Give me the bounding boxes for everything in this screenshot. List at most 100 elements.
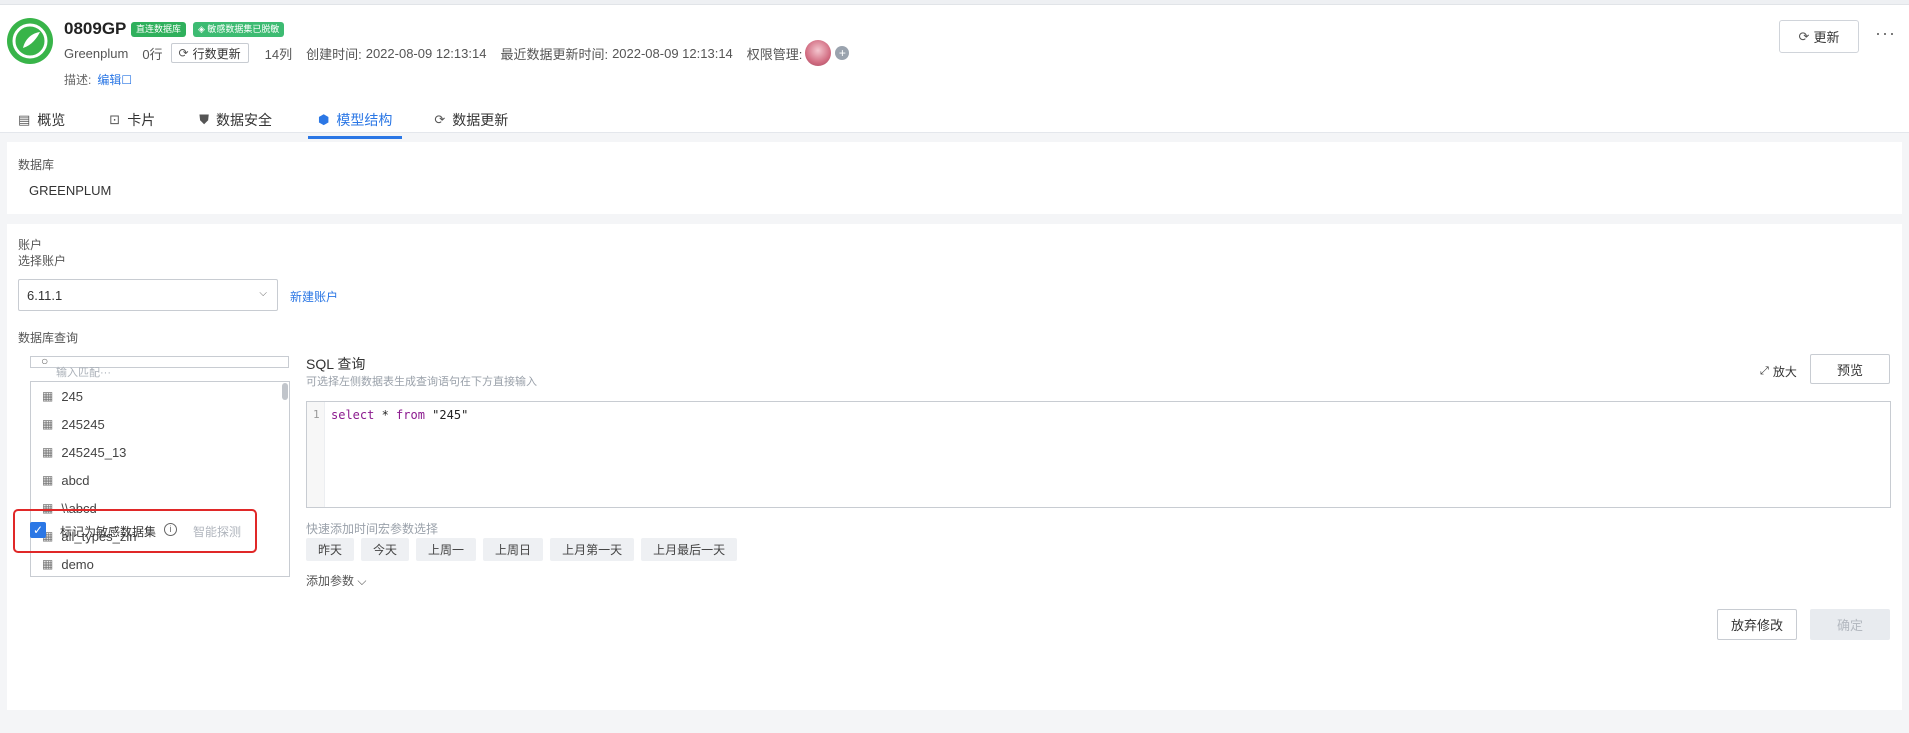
database-card: 数据库 GREENPLUM — [7, 142, 1902, 214]
document-icon: ▤ — [18, 111, 31, 127]
discard-button[interactable]: 放弃修改 — [1717, 609, 1797, 640]
select-account-label: 选择账户 — [18, 254, 67, 268]
updated-label: 最近数据更新时间: — [500, 46, 609, 62]
macro-chips: 昨天 今天 上周一 上周日 上月第一天 上月最后一天 — [306, 538, 738, 561]
table-name: demo — [61, 556, 94, 572]
meta-row: Greenplum 0行 ⟳ 行数更新 14列 创建时间: 2022-08-09… — [64, 40, 850, 66]
edit-icon: ☐ — [121, 73, 133, 87]
new-account-link[interactable]: 新建账户 — [290, 288, 338, 305]
table-icon: ▦ — [42, 389, 54, 403]
description-label: 描述: — [64, 73, 92, 87]
sensitive-badge: ◈ 敏感数据集已脱敏 — [193, 22, 285, 37]
sql-subtitle: 可选择左侧数据表生成查询语句在下方直接输入 — [306, 376, 537, 388]
chevron-down-icon: ⌵ — [259, 288, 267, 299]
line-number: 1 — [313, 408, 320, 421]
account-section-label: 账户 — [18, 238, 43, 252]
table-name: 245 — [61, 388, 84, 404]
expand-icon: ⤢ — [1760, 365, 1769, 377]
account-select[interactable]: 6.11.1 ⌵ — [18, 279, 278, 311]
row-update-button[interactable]: ⟳ 行数更新 — [170, 43, 249, 63]
dataset-header: 0809GP 直连数据库 ◈ 敏感数据集已脱敏 Greenplum 0行 ⟳ 行… — [0, 5, 1909, 139]
list-item[interactable]: ▦ demo — [31, 550, 289, 576]
description-row: 描述: 编辑☐ — [64, 71, 132, 88]
created-value: 2022-08-09 12:13:14 — [365, 45, 487, 61]
macro-chip[interactable]: 上周日 — [483, 538, 544, 561]
sql-operator: * — [374, 408, 397, 422]
table-name: abcd — [61, 472, 90, 488]
created-label: 创建时间: — [306, 46, 362, 62]
cube-icon: ⬢ — [317, 111, 330, 127]
table-icon: ▦ — [42, 557, 54, 571]
info-icon[interactable]: i — [164, 523, 177, 536]
updated-value: 2022-08-09 12:13:14 — [612, 45, 733, 61]
list-item[interactable]: ▦ 245 — [31, 382, 289, 410]
tab-data-update-label: 数据更新 — [452, 111, 509, 128]
account-selected-value: 6.11.1 — [27, 287, 63, 303]
chart-icon: ⊡ — [109, 111, 121, 127]
tab-overview[interactable]: ▤ 概览 — [14, 101, 69, 138]
table-icon: ▦ — [42, 417, 54, 431]
refresh-icon: ⟳ — [178, 46, 189, 60]
database-value: GREENPLUM — [29, 183, 112, 198]
table-name: 245245_13 — [61, 444, 127, 460]
shield-icon: ◈ — [198, 24, 208, 34]
table-icon: ▦ — [42, 445, 54, 459]
quick-macro-label: 快速添加时间宏参数选择 — [306, 522, 439, 536]
row-update-label: 行数更新 — [192, 46, 241, 61]
search-icon: ○ — [41, 354, 49, 368]
sql-string: "245" — [424, 408, 469, 422]
avatar[interactable] — [805, 40, 832, 66]
sql-code: select * from "245" — [331, 408, 468, 422]
list-item[interactable]: ▦ 245245 — [31, 410, 289, 438]
edit-description-link[interactable]: 编辑☐ — [97, 71, 132, 88]
sql-title: SQL 查询 — [306, 356, 366, 372]
tab-data-update[interactable]: ⟳ 数据更新 — [430, 101, 512, 138]
sql-editor[interactable]: 1 select * from "245" — [306, 401, 1891, 508]
db-type: Greenplum — [64, 45, 129, 61]
tab-cards-label: 卡片 — [127, 111, 156, 128]
smart-detect-button[interactable]: 智能探测 — [193, 523, 241, 540]
preview-button[interactable]: 预览 — [1810, 354, 1890, 384]
tab-overview-label: 概览 — [37, 111, 66, 128]
tab-data-security-label: 数据安全 — [215, 111, 272, 128]
row-count: 0行 — [142, 46, 163, 62]
table-icon: ▦ — [42, 473, 54, 487]
shield-icon: ⛊ — [199, 111, 209, 127]
dataset-title: 0809GP — [64, 19, 127, 38]
update-label: 更新 — [1813, 30, 1840, 45]
add-parameter-button[interactable]: 添加参数 ⌵ — [306, 572, 366, 589]
table-name: 245245 — [61, 416, 105, 432]
db-query-label: 数据库查询 — [18, 331, 79, 345]
mark-sensitive-label: 标记为敏感数据集 — [60, 525, 157, 539]
search-placeholder: 输入匹配··· — [56, 367, 111, 379]
greenplum-logo-icon — [7, 18, 53, 64]
list-scrollbar[interactable] — [282, 383, 288, 400]
edit-label: 编辑 — [97, 73, 122, 87]
permission-label: 权限管理: — [746, 46, 803, 62]
list-item[interactable]: ▦ abcd — [31, 466, 289, 494]
list-item[interactable]: ▦ 245245_13 — [31, 438, 289, 466]
database-label: 数据库 — [18, 158, 55, 172]
tab-cards[interactable]: ⊡ 卡片 — [105, 101, 159, 138]
macro-chip[interactable]: 上月最后一天 — [641, 538, 738, 561]
more-menu-icon[interactable]: ··· — [1875, 23, 1896, 44]
tab-data-security[interactable]: ⛊ 数据安全 — [195, 101, 276, 138]
macro-chip[interactable]: 上周一 — [416, 538, 477, 561]
column-count: 14列 — [264, 46, 293, 62]
query-card: 账户 选择账户 6.11.1 ⌵ 新建账户 数据库查询 ○ 输入匹配··· ▦ 2… — [7, 224, 1902, 710]
update-button[interactable]: ⟳ 更新 — [1779, 20, 1859, 53]
mark-sensitive-checkbox[interactable]: ✓ — [30, 522, 46, 538]
tab-bar: ▤ 概览 ⊡ 卡片 ⛊ 数据安全 ⬢ 模型结构 ⟳ 数据更新 — [0, 101, 512, 139]
add-permission-icon[interactable]: + — [835, 46, 850, 60]
sql-keyword: select — [331, 408, 375, 422]
sql-keyword: from — [396, 408, 425, 422]
tab-model-structure[interactable]: ⬢ 模型结构 — [307, 101, 403, 139]
macro-chip[interactable]: 今天 — [361, 538, 410, 561]
macro-chip[interactable]: 上月第一天 — [550, 538, 635, 561]
refresh-icon: ⟳ — [1798, 28, 1810, 44]
expand-label: 放大 — [1772, 365, 1797, 379]
direct-db-badge: 直连数据库 — [131, 22, 187, 37]
confirm-button[interactable]: 确定 — [1810, 609, 1890, 640]
expand-button[interactable]: ⤢ 放大 — [1760, 363, 1797, 380]
macro-chip[interactable]: 昨天 — [306, 538, 355, 561]
